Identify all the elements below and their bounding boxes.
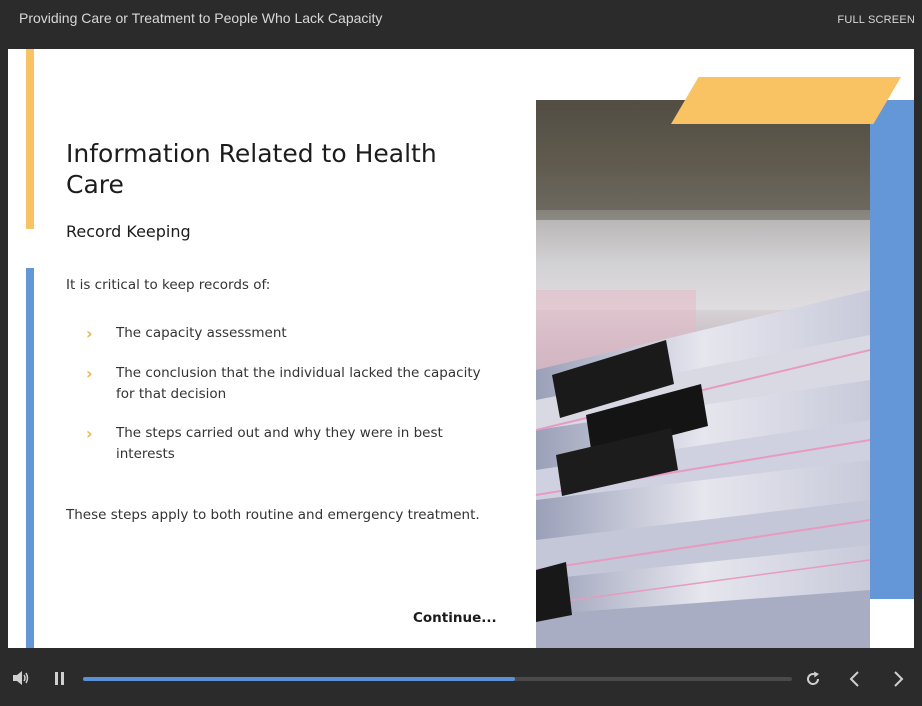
chevron-left-icon[interactable] (848, 670, 862, 688)
bullet-list: › The capacity assessment › The conclusi… (86, 323, 496, 483)
slide-title: Information Related to Health Care (66, 139, 437, 199)
volume-icon[interactable] (13, 671, 31, 685)
bullet-text: The steps carried out and why they were … (116, 425, 443, 462)
list-item: › The conclusion that the individual lac… (86, 363, 496, 405)
intro-text: It is critical to keep records of: (66, 277, 271, 293)
bullet-text: The conclusion that the individual lacke… (116, 365, 481, 402)
chevron-right-icon[interactable] (891, 670, 905, 688)
course-title: Providing Care or Treatment to People Wh… (19, 10, 383, 26)
slide-subtitle: Record Keeping (66, 222, 191, 241)
replay-icon[interactable] (805, 671, 821, 687)
chevron-right-icon: › (86, 424, 93, 443)
accent-bar-blue (26, 268, 34, 648)
decorative-yellow-shape (671, 77, 901, 124)
closing-text: These steps apply to both routine and em… (66, 507, 480, 523)
progress-bar[interactable] (83, 677, 792, 681)
fullscreen-button[interactable]: FULL SCREEN (837, 14, 915, 26)
continue-button[interactable]: Continue... (413, 610, 497, 626)
list-item: › The steps carried out and why they wer… (86, 423, 496, 465)
pause-icon[interactable] (54, 672, 66, 686)
documents-illustration (536, 100, 870, 648)
player-controls (0, 648, 922, 706)
decorative-blue-block (870, 100, 914, 599)
top-bar: Providing Care or Treatment to People Wh… (0, 0, 922, 48)
list-item: › The capacity assessment (86, 323, 496, 344)
accent-bar-yellow (26, 49, 34, 229)
binder-clipped-documents-photo (536, 100, 870, 648)
progress-fill (83, 677, 516, 681)
chevron-right-icon: › (86, 324, 93, 343)
bullet-text: The capacity assessment (116, 325, 287, 341)
slide: Information Related to Health Care Recor… (8, 49, 914, 648)
chevron-right-icon: › (86, 364, 93, 383)
